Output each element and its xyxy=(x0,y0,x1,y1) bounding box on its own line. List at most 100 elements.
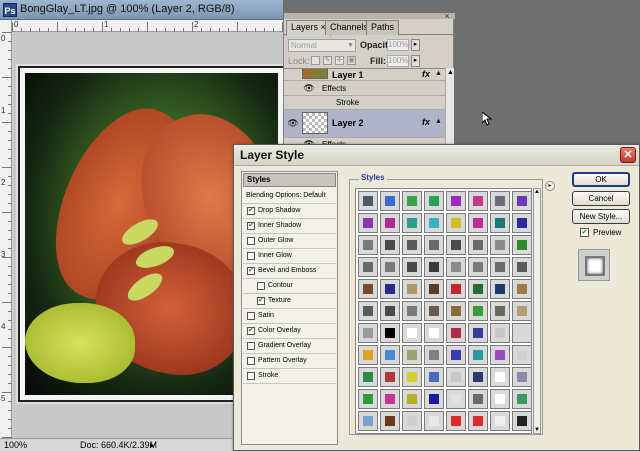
style-swatch[interactable] xyxy=(468,235,488,255)
style-swatch[interactable] xyxy=(468,257,488,277)
style-swatch[interactable] xyxy=(468,389,488,409)
style-checkbox[interactable]: ✔ xyxy=(247,327,255,335)
style-swatch[interactable] xyxy=(402,323,422,343)
style-swatch[interactable] xyxy=(402,389,422,409)
layer-row-layer-1[interactable]: Layer 1 fx ▲ xyxy=(284,69,445,81)
style-checkbox[interactable] xyxy=(247,342,255,350)
style-swatch[interactable] xyxy=(358,191,378,211)
style-swatch[interactable] xyxy=(402,433,422,434)
new-style-button[interactable]: New Style... xyxy=(572,209,630,224)
style-swatch[interactable] xyxy=(402,279,422,299)
style-checkbox[interactable]: ✔ xyxy=(247,207,255,215)
lock-transparency-icon[interactable] xyxy=(311,56,320,65)
status-menu-arrow-icon[interactable]: ▸ xyxy=(150,440,155,451)
style-swatch[interactable] xyxy=(512,411,531,431)
effect-row-stroke[interactable]: Stroke xyxy=(284,96,445,110)
style-checkbox[interactable] xyxy=(247,357,255,365)
style-swatch[interactable] xyxy=(380,367,400,387)
style-swatch[interactable] xyxy=(490,345,510,365)
style-swatch[interactable] xyxy=(512,433,532,434)
style-item[interactable]: Stroke xyxy=(243,369,336,384)
zoom-level[interactable]: 100% xyxy=(4,440,27,450)
layer-row-layer-2[interactable]: 👁 Layer 2 fx ▲ xyxy=(284,110,445,138)
style-swatch[interactable] xyxy=(512,345,531,365)
style-swatch[interactable] xyxy=(358,323,378,343)
style-swatch[interactable] xyxy=(468,345,488,365)
opacity-slider-arrow-icon[interactable]: ▸ xyxy=(411,39,420,51)
style-checkbox[interactable] xyxy=(247,312,255,320)
style-swatch[interactable] xyxy=(380,235,400,255)
scroll-up-icon[interactable]: ▲ xyxy=(446,68,455,77)
style-swatch[interactable] xyxy=(446,345,466,365)
style-checkbox[interactable]: ✔ xyxy=(247,267,255,275)
styles-menu-arrow-icon[interactable]: ▸ xyxy=(545,181,555,191)
style-swatch[interactable] xyxy=(424,301,444,321)
style-swatch[interactable] xyxy=(468,433,488,434)
style-item[interactable]: Gradient Overlay xyxy=(243,339,336,354)
style-item[interactable]: ✔ Drop Shadow xyxy=(243,204,336,219)
style-swatch[interactable] xyxy=(402,235,422,255)
vertical-ruler[interactable]: 0 1 2 3 4 5 xyxy=(0,20,12,438)
style-swatch[interactable] xyxy=(468,323,488,343)
style-swatch[interactable] xyxy=(402,213,422,233)
eye-icon[interactable]: 👁 xyxy=(286,118,300,129)
fx-icon[interactable]: fx xyxy=(422,69,430,79)
style-swatch[interactable] xyxy=(490,301,510,321)
style-swatch[interactable] xyxy=(380,389,400,409)
style-swatch[interactable] xyxy=(424,345,444,365)
style-swatch[interactable] xyxy=(358,389,378,409)
style-swatch[interactable] xyxy=(358,433,378,434)
style-item[interactable]: ✔ Texture xyxy=(243,294,336,309)
style-swatch[interactable] xyxy=(490,323,510,343)
close-icon[interactable]: ✕ xyxy=(620,147,636,163)
style-swatch[interactable] xyxy=(446,389,466,409)
style-swatch[interactable] xyxy=(424,191,444,211)
ok-button[interactable]: OK xyxy=(572,172,630,187)
style-swatch[interactable] xyxy=(424,389,444,409)
style-swatch[interactable] xyxy=(490,411,510,431)
horizontal-ruler[interactable]: 0123 xyxy=(12,20,288,32)
style-checkbox[interactable] xyxy=(257,282,265,290)
style-swatch[interactable] xyxy=(358,367,378,387)
style-swatch[interactable] xyxy=(512,279,531,299)
style-swatch[interactable] xyxy=(490,367,510,387)
style-swatch[interactable] xyxy=(468,279,488,299)
collapse-arrow-icon[interactable]: ▲ xyxy=(435,70,442,77)
style-swatch[interactable] xyxy=(490,257,510,277)
preview-checkbox[interactable]: ✔ xyxy=(580,228,589,237)
style-checkbox[interactable]: ✔ xyxy=(257,297,265,305)
scroll-down-icon[interactable]: ▼ xyxy=(534,427,540,434)
style-swatch[interactable] xyxy=(402,345,422,365)
style-swatch[interactable] xyxy=(512,213,531,233)
fill-slider-arrow-icon[interactable]: ▸ xyxy=(411,55,420,67)
lock-all-icon[interactable]: ▣ xyxy=(347,56,356,65)
style-swatch[interactable] xyxy=(358,411,378,431)
style-swatch[interactable] xyxy=(424,411,444,431)
style-swatch[interactable] xyxy=(490,433,510,434)
style-swatch[interactable] xyxy=(468,213,488,233)
style-item[interactable]: Contour xyxy=(243,279,336,294)
style-swatch[interactable] xyxy=(490,191,510,211)
cancel-button[interactable]: Cancel xyxy=(572,191,630,206)
style-item[interactable]: Pattern Overlay xyxy=(243,354,336,369)
style-swatch[interactable] xyxy=(424,323,444,343)
style-item[interactable]: Satin xyxy=(243,309,336,324)
style-item[interactable]: Blending Options: Default xyxy=(243,189,336,204)
style-swatch[interactable] xyxy=(424,433,444,434)
style-swatch[interactable] xyxy=(380,301,400,321)
style-swatch[interactable] xyxy=(446,235,466,255)
style-swatch[interactable] xyxy=(446,279,466,299)
effects-row[interactable]: 👁 Effects xyxy=(284,81,445,96)
style-swatch[interactable] xyxy=(468,411,488,431)
style-swatch[interactable] xyxy=(446,213,466,233)
style-swatch[interactable] xyxy=(380,191,400,211)
dialog-titlebar[interactable]: Layer Style ✕ xyxy=(234,145,639,166)
style-checkbox[interactable] xyxy=(247,237,255,245)
document-titlebar[interactable]: Ps BongGlay_LT.jpg @ 100% (Layer 2, RGB/… xyxy=(0,0,283,20)
style-swatch[interactable] xyxy=(512,389,531,409)
style-item[interactable]: ✔ Bevel and Emboss xyxy=(243,264,336,279)
style-swatch[interactable] xyxy=(358,257,378,277)
style-swatch[interactable] xyxy=(446,257,466,277)
fx-icon[interactable]: fx xyxy=(422,117,430,127)
style-item[interactable]: ✔ Color Overlay xyxy=(243,324,336,339)
